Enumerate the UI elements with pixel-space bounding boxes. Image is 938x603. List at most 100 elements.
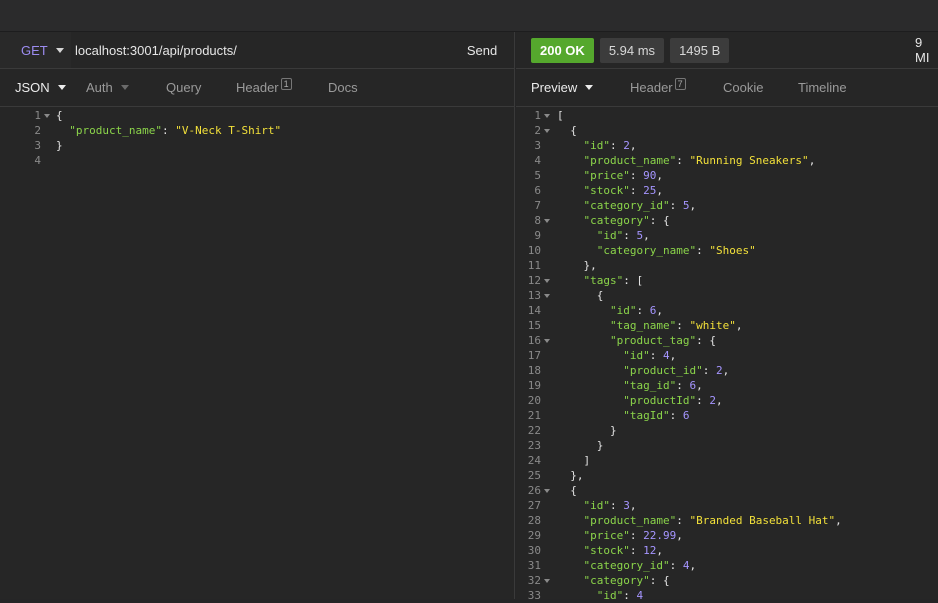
code-token: } — [557, 439, 604, 452]
code-token: "productId" — [623, 394, 697, 407]
code-text: "id": 5, — [557, 228, 650, 243]
line-number: 17 — [527, 349, 541, 362]
code-token: } — [557, 424, 617, 437]
code-line: 4 — [0, 153, 420, 168]
code-line: 2 { — [516, 123, 936, 138]
tab-query[interactable]: Query — [166, 69, 236, 106]
code-token: { — [557, 289, 604, 302]
code-text: "product_name": "Branded Baseball Hat", — [557, 513, 842, 528]
line-number: 12 — [527, 274, 541, 287]
code-line: 21 "tagId": 6 — [516, 408, 936, 423]
code-token: : — [676, 514, 690, 527]
fold-arrow-icon[interactable] — [544, 129, 550, 133]
code-text: "category_id": 4, — [557, 558, 697, 573]
code-token: : — [696, 394, 710, 407]
tab-label: JSON — [15, 80, 50, 95]
fold-arrow-icon[interactable] — [544, 489, 550, 493]
tab-label: Docs — [328, 80, 358, 95]
tab-header[interactable]: Header 1 — [236, 69, 328, 106]
line-number: 14 — [527, 304, 541, 317]
code-token: "white" — [689, 319, 736, 332]
code-line: 31 "category_id": 4, — [516, 558, 936, 573]
line-number: 9 — [534, 229, 541, 242]
code-line: 23 } — [516, 438, 936, 453]
fold-arrow-icon[interactable] — [544, 114, 550, 118]
code-line: 1[ — [516, 108, 936, 123]
tab-response-header[interactable]: Header 7 — [615, 69, 723, 106]
code-token: 22.99 — [643, 529, 677, 542]
code-text: "id": 4, — [557, 348, 676, 363]
code-line: 5 "price": 90, — [516, 168, 936, 183]
code-token: "Branded Baseball Hat" — [689, 514, 836, 527]
fold-arrow-icon[interactable] — [544, 219, 550, 223]
chevron-down-icon — [120, 85, 129, 90]
response-size-badge: 1495 B — [670, 37, 730, 63]
line-number: 3 — [34, 139, 41, 152]
code-token: "product_name" — [583, 514, 677, 527]
code-token: , — [735, 319, 743, 332]
code-token: : — [629, 184, 644, 197]
code-token: : — [649, 349, 663, 362]
code-token: [ — [557, 109, 564, 122]
line-number: 18 — [527, 364, 541, 377]
code-text: "productId": 2, — [557, 393, 722, 408]
code-token: : { — [649, 574, 670, 587]
fold-arrow-icon[interactable] — [544, 279, 550, 283]
code-text: { — [557, 288, 604, 303]
extra-status-text: 9 MI — [915, 35, 930, 65]
code-token: , — [629, 139, 637, 152]
line-number: 15 — [527, 319, 541, 332]
tab-cookie[interactable]: Cookie — [723, 69, 798, 106]
chevron-down-icon — [585, 85, 594, 90]
code-token: , — [808, 154, 816, 167]
code-line: 25 }, — [516, 468, 936, 483]
tab-docs[interactable]: Docs — [328, 69, 388, 106]
fold-arrow-icon[interactable] — [544, 339, 550, 343]
tab-label: Cookie — [723, 80, 764, 95]
code-token: 2 — [623, 139, 630, 152]
code-line: 7 "category_id": 5, — [516, 198, 936, 213]
code-text: }, — [557, 468, 583, 483]
code-token: , — [696, 379, 703, 392]
tab-preview[interactable]: Preview — [516, 69, 615, 106]
code-text: "id": 6, — [557, 303, 663, 318]
fold-arrow-icon[interactable] — [544, 294, 550, 298]
code-token: "tagId" — [623, 409, 670, 422]
code-line: 30 "stock": 12, — [516, 543, 936, 558]
code-token: 3 — [623, 499, 630, 512]
fold-arrow-icon[interactable] — [544, 579, 550, 583]
line-number: 21 — [527, 409, 541, 422]
code-token: , — [676, 529, 683, 542]
send-button[interactable]: Send — [449, 32, 515, 68]
code-token: : — [629, 544, 644, 557]
response-tabs: Preview Header 7 Cookie Timeline — [516, 69, 938, 107]
line-number: 6 — [534, 184, 541, 197]
code-token: : { — [649, 214, 670, 227]
line-number: 1 — [534, 109, 541, 122]
code-token: : { — [696, 334, 716, 347]
code-text: } — [557, 438, 604, 453]
code-token: "stock" — [583, 184, 630, 197]
code-line: 11 }, — [516, 258, 936, 273]
code-token: "category_id" — [583, 199, 670, 212]
tab-json[interactable]: JSON — [0, 69, 86, 106]
code-line: 20 "productId": 2, — [516, 393, 936, 408]
tab-label: Query — [166, 80, 202, 95]
fold-arrow-icon[interactable] — [44, 114, 50, 118]
code-line: 32 "category": { — [516, 573, 936, 588]
code-token: "Running Sneakers" — [689, 154, 809, 167]
tab-timeline[interactable]: Timeline — [798, 69, 878, 106]
line-number: 7 — [534, 199, 541, 212]
code-line: 6 "stock": 25, — [516, 183, 936, 198]
tab-auth[interactable]: Auth — [86, 69, 166, 106]
code-token: "tag_id" — [623, 379, 677, 392]
code-token: : — [669, 199, 683, 212]
code-token: "category" — [583, 214, 650, 227]
method-dropdown[interactable]: GET — [0, 32, 71, 68]
tab-label: Header — [630, 80, 673, 95]
code-token: 2 — [709, 394, 716, 407]
url-input[interactable]: localhost:3001/api/products/ — [71, 32, 449, 68]
